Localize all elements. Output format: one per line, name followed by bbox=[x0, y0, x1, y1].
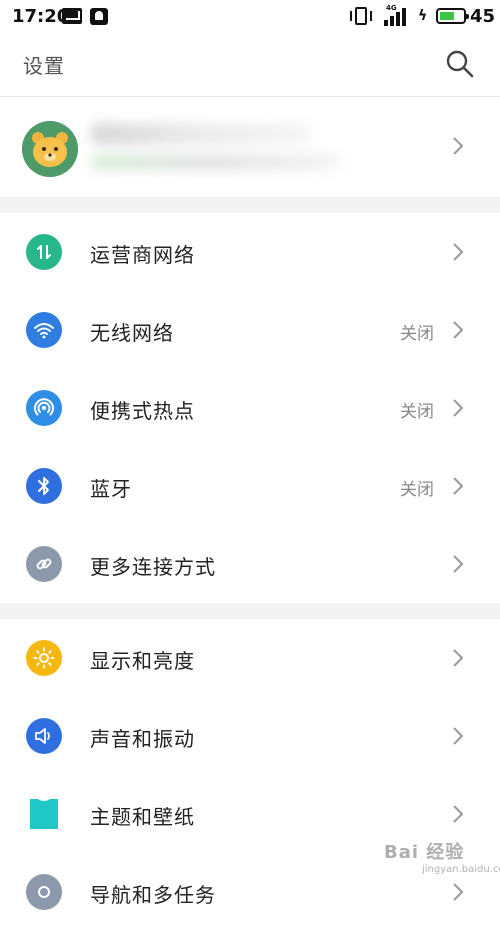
section-divider bbox=[0, 197, 500, 213]
battery-level: 45 bbox=[470, 6, 496, 27]
watermark-subtitle: jingyan.baidu.com bbox=[422, 864, 500, 875]
status-bar: 17:20 4G ϟ 45 bbox=[0, 0, 500, 34]
wifi-icon bbox=[26, 312, 62, 348]
hotspot-icon bbox=[26, 390, 62, 426]
cartoon-avatar-icon bbox=[22, 121, 78, 177]
account-name-blurred bbox=[90, 123, 310, 145]
settings-item-label: 便携式热点 bbox=[90, 399, 195, 423]
account-subtitle-blurred bbox=[90, 153, 340, 171]
bluetooth-icon bbox=[26, 468, 62, 504]
settings-item-label: 蓝牙 bbox=[90, 477, 132, 501]
chevron-right-icon bbox=[453, 243, 464, 261]
status-time: 17:20 bbox=[12, 6, 70, 27]
chevron-right-icon bbox=[453, 805, 464, 823]
settings-item-label: 声音和振动 bbox=[90, 727, 195, 751]
chevron-right-icon bbox=[453, 649, 464, 667]
page-title: 设置 bbox=[23, 54, 65, 78]
settings-item-status: 关闭 bbox=[400, 480, 434, 500]
settings-item-label: 运营商网络 bbox=[90, 243, 195, 267]
link-icon bbox=[26, 546, 62, 582]
chevron-right-icon bbox=[453, 477, 464, 495]
settings-item-more-connections[interactable]: 更多连接方式 bbox=[0, 525, 500, 603]
watermark: Bai 经验 bbox=[384, 842, 465, 863]
chevron-right-icon bbox=[453, 399, 464, 417]
battery-icon bbox=[436, 8, 469, 24]
chevron-right-icon bbox=[453, 727, 464, 745]
notification-bell-icon bbox=[90, 8, 108, 25]
account-profile-row[interactable] bbox=[0, 97, 500, 197]
theme-icon bbox=[26, 796, 62, 832]
navigation-icon bbox=[26, 874, 62, 910]
settings-item-hotspot[interactable]: 便携式热点 关闭 bbox=[0, 369, 500, 447]
settings-item-carrier-network[interactable]: 运营商网络 bbox=[0, 213, 500, 291]
section-divider bbox=[0, 603, 500, 619]
settings-item-label: 主题和壁纸 bbox=[90, 805, 195, 829]
avatar bbox=[22, 121, 78, 177]
settings-item-status: 关闭 bbox=[400, 402, 434, 422]
header-bar: 设置 bbox=[0, 34, 500, 97]
search-button[interactable] bbox=[444, 48, 476, 80]
network-type-label: 4G bbox=[386, 4, 397, 12]
settings-item-label: 导航和多任务 bbox=[90, 883, 216, 907]
brightness-icon bbox=[26, 640, 62, 676]
chevron-right-icon bbox=[453, 321, 464, 339]
sound-icon bbox=[26, 718, 62, 754]
charging-icon: ϟ bbox=[418, 8, 428, 24]
vibrate-icon bbox=[350, 7, 372, 25]
signal-icon: 4G bbox=[384, 4, 410, 26]
settings-item-status: 关闭 bbox=[400, 324, 434, 344]
settings-item-label: 无线网络 bbox=[90, 321, 174, 345]
settings-item-bluetooth[interactable]: 蓝牙 关闭 bbox=[0, 447, 500, 525]
settings-item-display-brightness[interactable]: 显示和亮度 bbox=[0, 619, 500, 697]
carrier-network-icon bbox=[26, 234, 62, 270]
settings-item-label: 显示和亮度 bbox=[90, 649, 195, 673]
search-icon bbox=[446, 50, 474, 78]
chevron-right-icon bbox=[453, 555, 464, 573]
settings-item-sound-vibration[interactable]: 声音和振动 bbox=[0, 697, 500, 775]
chevron-right-icon bbox=[453, 883, 464, 901]
settings-item-label: 更多连接方式 bbox=[90, 555, 216, 579]
chevron-right-icon bbox=[453, 137, 464, 155]
message-icon bbox=[62, 8, 82, 24]
settings-item-wifi[interactable]: 无线网络 关闭 bbox=[0, 291, 500, 369]
